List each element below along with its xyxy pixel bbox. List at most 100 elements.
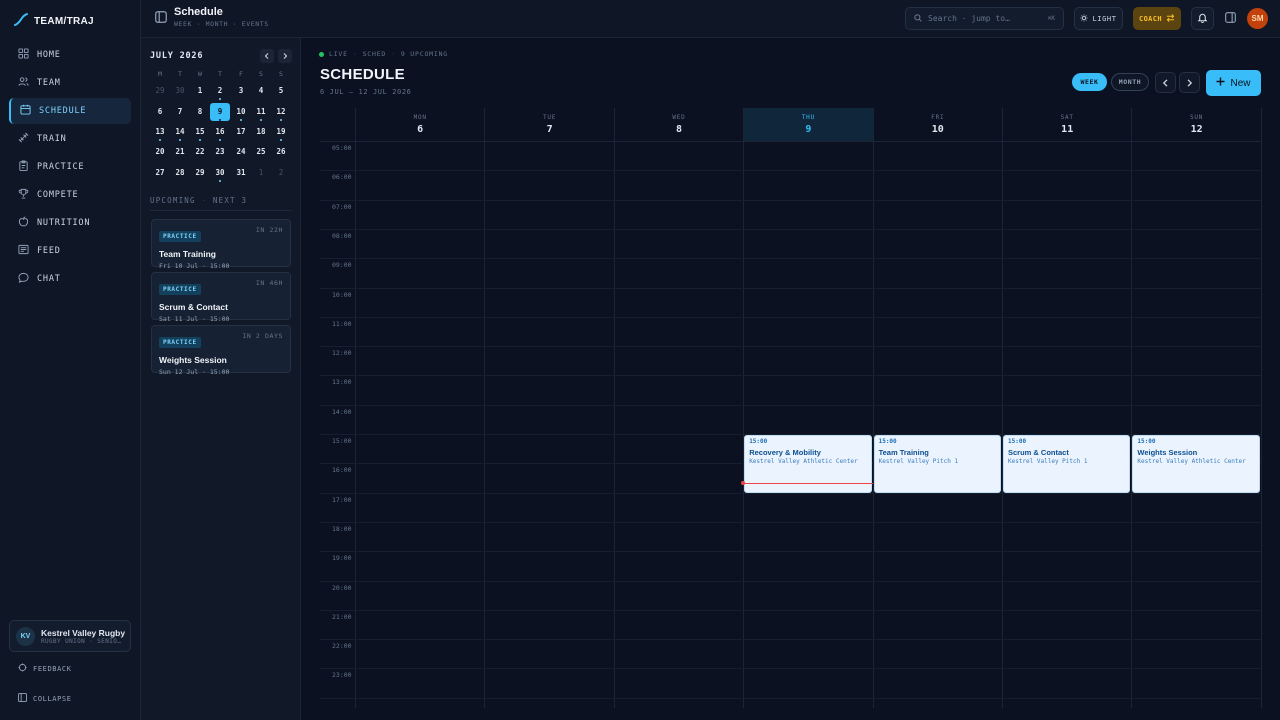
mini-calendar-day[interactable]: 23 <box>210 143 230 161</box>
sidebar-item-home[interactable]: HOME <box>9 42 131 68</box>
event-dot <box>199 139 201 141</box>
upcoming-card[interactable]: PRACTICE IN 2 DAYS Weights Session Sun 12 J… <box>151 325 291 376</box>
mini-calendar-day[interactable]: 8 <box>190 103 210 121</box>
mini-calendar-day[interactable]: 30 <box>170 82 190 100</box>
sidebar-item-schedule[interactable]: SCHEDULE <box>9 98 131 124</box>
user-avatar[interactable]: SM <box>1247 8 1268 29</box>
mini-calendar-day[interactable]: 13 <box>150 123 170 141</box>
search-input[interactable]: Search · jump to… ⌘K <box>905 7 1064 30</box>
mini-calendar-day[interactable]: 4 <box>251 82 271 100</box>
mini-calendar-day[interactable]: 15 <box>190 123 210 141</box>
day-header-sun[interactable]: SUN 12 <box>1132 108 1260 141</box>
calendar-event[interactable]: 15:00 Scrum & Contact Kestrel Valley Pitch… <box>1003 435 1131 493</box>
mini-calendar-today[interactable]: 9 <box>210 103 230 121</box>
mini-calendar-day[interactable]: 31 <box>231 164 251 182</box>
search-placeholder: Search · jump to… <box>928 14 1010 23</box>
hour-divider <box>320 609 1261 611</box>
column-divider <box>1002 108 1003 708</box>
day-header-wed[interactable]: WED 8 <box>615 108 743 141</box>
event-dot <box>219 139 221 141</box>
day-header-thu[interactable]: THU 9 <box>744 108 873 141</box>
day-number: 6 <box>417 124 424 135</box>
day-number: 4 <box>258 86 264 95</box>
feedback-button[interactable]: FEEDBACK <box>18 663 72 674</box>
next-month-button[interactable] <box>278 49 292 63</box>
day-number: 8 <box>675 124 682 135</box>
notifications-button[interactable] <box>1191 7 1214 30</box>
week-view-button[interactable]: WEEK <box>1072 73 1107 91</box>
calendar-icon <box>20 104 31 118</box>
mini-calendar-day[interactable]: 27 <box>150 164 170 182</box>
sidebar-item-compete[interactable]: COMPETE <box>9 182 131 208</box>
day-header-fri[interactable]: FRI 10 <box>874 108 1002 141</box>
sidebar-item-train[interactable]: TRAIN <box>9 126 131 152</box>
mini-calendar-day[interactable]: 1 <box>251 164 271 182</box>
team-switcher[interactable]: KV Kestrel Valley Rugby RUGBY UNION · SE… <box>9 620 131 652</box>
prev-month-button[interactable] <box>260 49 274 63</box>
hour-label: 19:00 <box>332 554 352 563</box>
mini-calendar-day[interactable]: 29 <box>150 82 170 100</box>
toggle-right-panel-button[interactable] <box>1219 7 1242 30</box>
month-view-button[interactable]: MONTH <box>1111 73 1149 91</box>
new-event-button[interactable]: New <box>1206 70 1261 96</box>
mini-calendar-day[interactable]: 30 <box>210 164 230 182</box>
event-time: 15:00 <box>878 438 897 445</box>
mini-calendar-day[interactable]: 18 <box>251 123 271 141</box>
mini-calendar-day[interactable]: 19 <box>271 123 291 141</box>
event-time: 15:00 <box>1008 438 1027 445</box>
mini-calendar-day[interactable]: 24 <box>231 143 251 161</box>
mini-calendar-day[interactable]: 22 <box>190 143 210 161</box>
calendar-event[interactable]: 15:00 Recovery & Mobility Kestrel Valley A… <box>744 435 872 493</box>
separator: · <box>201 196 213 205</box>
sidebar-item-nutrition[interactable]: NUTRITION <box>9 210 131 236</box>
day-name: MON <box>413 114 427 121</box>
calendar-event[interactable]: 15:00 Weights Session Kestrel Valley Athle… <box>1132 435 1260 493</box>
hour-label: 23:00 <box>332 671 352 680</box>
mini-calendar-day[interactable]: 11 <box>251 103 271 121</box>
mini-calendar-day[interactable]: 28 <box>170 164 190 182</box>
mini-calendar-day[interactable]: 10 <box>231 103 251 121</box>
mini-calendar-day[interactable]: 7 <box>170 103 190 121</box>
mini-calendar-day[interactable]: 20 <box>150 143 170 161</box>
mini-calendar-day[interactable]: 2 <box>271 164 291 182</box>
day-number: 13 <box>155 127 165 136</box>
upcoming-card[interactable]: PRACTICE IN 46H Scrum & Contact Sat 11 Jul … <box>151 272 291 323</box>
hour-divider <box>320 551 1261 553</box>
theme-toggle-button[interactable]: LIGHT <box>1074 7 1123 30</box>
sidebar-item-practice[interactable]: PRACTICE <box>9 154 131 180</box>
brand[interactable]: TEAM/TRAJ <box>14 12 94 30</box>
mini-calendar-day[interactable]: 2 <box>210 82 230 100</box>
mini-calendar-day[interactable]: 5 <box>271 82 291 100</box>
mini-calendar-day[interactable]: 25 <box>251 143 271 161</box>
mini-calendar-day[interactable]: 6 <box>150 103 170 121</box>
day-number: 1 <box>258 168 264 177</box>
newspaper-icon <box>18 244 29 258</box>
next-week-button[interactable] <box>1179 72 1200 93</box>
calendar-event[interactable]: 15:00 Team Training Kestrel Valley Pitch 1 <box>873 435 1001 493</box>
mini-calendar-day[interactable]: 21 <box>170 143 190 161</box>
mini-calendar-day[interactable]: 1 <box>190 82 210 100</box>
panel-right-icon <box>1225 10 1236 28</box>
collapse-button[interactable]: COLLAPSE <box>18 693 72 704</box>
event-dot <box>159 139 161 141</box>
toggle-sidebar-button[interactable] <box>149 7 172 30</box>
mini-calendar-day[interactable]: 14 <box>170 123 190 141</box>
weekday-label: S <box>259 70 263 78</box>
role-switch-button[interactable]: COACH <box>1133 7 1181 30</box>
sidebar-item-feed[interactable]: FEED <box>9 238 131 264</box>
mini-calendar-day[interactable]: 17 <box>231 123 251 141</box>
day-header-sat[interactable]: SAT 11 <box>1003 108 1131 141</box>
mini-calendar-day[interactable]: 3 <box>231 82 251 100</box>
mini-calendar-day[interactable]: 29 <box>190 164 210 182</box>
prev-week-button[interactable] <box>1155 72 1176 93</box>
mini-calendar-day[interactable]: 12 <box>271 103 291 121</box>
sidebar-item-chat[interactable]: CHAT <box>9 266 131 292</box>
upcoming-card[interactable]: PRACTICE IN 22H Team Training Fri 10 Jul · … <box>151 219 291 270</box>
day-header-mon[interactable]: MON 6 <box>356 108 484 141</box>
day-number: 31 <box>236 168 246 177</box>
sidebar-item-team[interactable]: TEAM <box>9 70 131 96</box>
mini-calendar-day[interactable]: 16 <box>210 123 230 141</box>
day-header-tue[interactable]: TUE 7 <box>485 108 613 141</box>
hour-label: 09:00 <box>332 261 352 270</box>
mini-calendar-day[interactable]: 26 <box>271 143 291 161</box>
